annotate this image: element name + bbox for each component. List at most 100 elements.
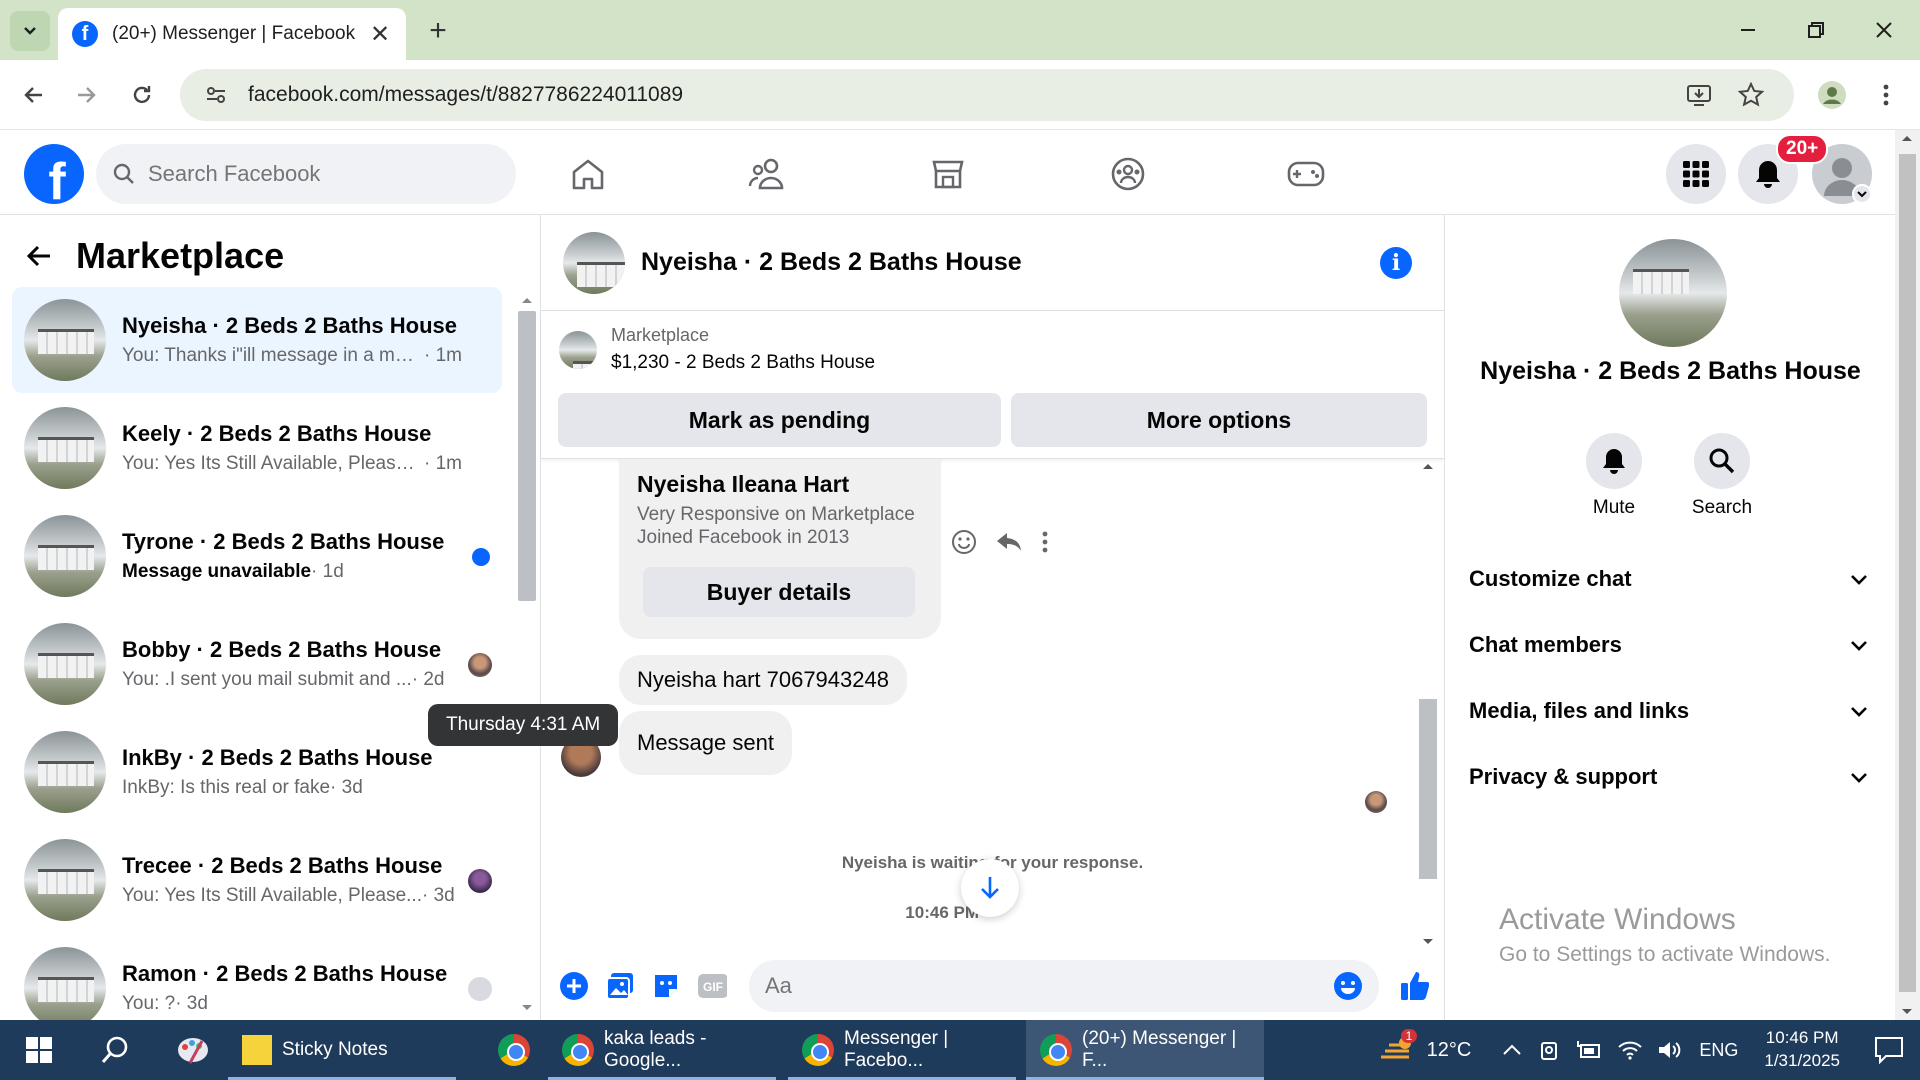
customize-chat-row[interactable]: Customize chat <box>1469 549 1869 609</box>
taskbar-app-chrome[interactable] <box>484 1020 536 1080</box>
conversation-time: · 3d <box>175 993 208 1014</box>
clock[interactable]: 10:46 PM 1/31/2025 <box>1764 1027 1840 1073</box>
restore-button[interactable] <box>1792 10 1840 50</box>
nav-gaming[interactable] <box>1246 144 1366 204</box>
privacy-support-row[interactable]: Privacy & support <box>1469 747 1869 807</box>
notification-center-icon[interactable] <box>1874 1036 1904 1064</box>
chat-members-row[interactable]: Chat members <box>1469 615 1869 675</box>
listing-price[interactable]: $1,230 - 2 Beds 2 Baths House <box>611 352 875 374</box>
reply-icon[interactable] <box>995 530 1023 554</box>
conversation-avatar <box>24 731 106 813</box>
scroll-up-icon[interactable] <box>516 293 538 307</box>
browser-tab-active[interactable]: f (20+) Messenger | Facebook ✕ <box>58 8 406 60</box>
taskbar-app-messenger-active[interactable]: (20+) Messenger | F... <box>1026 1020 1264 1080</box>
chevron-down-icon <box>1851 641 1867 651</box>
chat-info-name[interactable]: Nyeisha · 2 Beds 2 Baths House <box>1445 357 1896 386</box>
install-app-icon[interactable] <box>1686 82 1712 108</box>
meet-now-icon[interactable] <box>1539 1039 1561 1061</box>
listing-thumbnail[interactable] <box>559 330 597 369</box>
url-text[interactable]: facebook.com/messages/t/8827786224011089 <box>248 83 1686 107</box>
wifi-icon[interactable] <box>1617 1039 1643 1061</box>
media-files-links-row[interactable]: Media, files and links <box>1469 681 1869 741</box>
page-scrollbar[interactable] <box>1895 130 1920 1020</box>
taskbar-app-paint[interactable] <box>162 1020 214 1080</box>
scrollbar-thumb[interactable] <box>518 311 536 601</box>
menu-button[interactable] <box>1666 144 1726 204</box>
search-conversation-button[interactable]: Search <box>1677 433 1767 519</box>
conversation-item[interactable]: Nyeisha · 2 Beds 2 Baths House You: Than… <box>12 287 502 393</box>
thread-scrollbar[interactable] <box>1417 459 1439 949</box>
taskbar-app-sticky-notes[interactable]: Sticky Notes <box>228 1020 456 1080</box>
forward-button[interactable] <box>68 77 104 113</box>
start-button[interactable] <box>12 1020 60 1080</box>
info-icon[interactable]: i <box>1380 246 1412 279</box>
scrollbar-thumb[interactable] <box>1899 154 1916 992</box>
tab-close-icon[interactable]: ✕ <box>368 20 392 49</box>
scroll-down-icon[interactable] <box>1895 1004 1920 1020</box>
conversation-item[interactable]: Keely · 2 Beds 2 Baths House You: Yes It… <box>12 395 502 501</box>
message-bubble[interactable]: Message sent <box>619 711 792 775</box>
battery-icon[interactable] <box>1577 1039 1603 1061</box>
buyer-details-button[interactable]: Buyer details <box>643 567 915 617</box>
message-input-container[interactable] <box>749 959 1379 1012</box>
reload-button[interactable] <box>124 77 160 113</box>
scroll-up-icon[interactable] <box>1895 130 1920 146</box>
activate-windows-watermark: Activate Windows Go to Settings to activ… <box>1499 903 1831 967</box>
sticker-button[interactable] <box>651 971 681 1001</box>
bookmark-star-icon[interactable] <box>1738 82 1764 108</box>
sticker-icon <box>655 974 677 997</box>
taskbar-app-kaka-leads[interactable]: kaka leads - Google... <box>548 1020 776 1080</box>
emoji-icon[interactable] <box>1333 971 1363 1001</box>
scroll-down-icon[interactable] <box>516 1001 538 1015</box>
facebook-search-input[interactable] <box>148 161 478 187</box>
profile-button[interactable] <box>1814 77 1850 113</box>
address-bar[interactable]: facebook.com/messages/t/8827786224011089 <box>180 69 1794 121</box>
chevron-up-icon[interactable] <box>1501 1039 1523 1061</box>
taskbar-search-button[interactable] <box>86 1020 134 1080</box>
tab-search-dropdown[interactable] <box>10 11 50 51</box>
minimize-button[interactable] <box>1724 10 1772 50</box>
gif-button[interactable]: GIF <box>697 971 727 1001</box>
more-actions-button[interactable] <box>559 971 589 1001</box>
close-window-button[interactable] <box>1860 10 1908 50</box>
react-emoji-icon[interactable] <box>951 529 977 555</box>
mark-as-pending-button[interactable]: Mark as pending <box>558 393 1001 447</box>
weather-widget[interactable]: 1 <box>1379 1029 1418 1065</box>
nav-home[interactable] <box>528 144 648 204</box>
conversation-item[interactable]: Trecee · 2 Beds 2 Baths House You: Yes I… <box>12 827 502 933</box>
facebook-logo[interactable]: f <box>24 144 84 204</box>
scroll-down-icon[interactable] <box>1417 935 1439 949</box>
taskbar-app-messenger[interactable]: Messenger | Facebo... <box>788 1020 1016 1080</box>
new-tab-button[interactable]: + <box>423 14 453 48</box>
attach-photo-button[interactable] <box>605 971 635 1001</box>
send-like-button[interactable] <box>1399 971 1429 1001</box>
chat-info-avatar[interactable] <box>1619 239 1727 347</box>
back-arrow-icon[interactable] <box>24 241 54 271</box>
conversation-item[interactable]: Tyrone · 2 Beds 2 Baths House Message un… <box>12 503 502 609</box>
message-bubble[interactable]: Nyeisha hart 7067943248 <box>619 655 907 705</box>
weather-temp[interactable]: 12°C <box>1427 1039 1472 1062</box>
nav-friends[interactable] <box>708 144 828 204</box>
back-button[interactable] <box>16 77 52 113</box>
mute-button[interactable]: Mute <box>1569 433 1659 519</box>
input-language[interactable]: ENG <box>1699 1040 1738 1061</box>
scroll-up-icon[interactable] <box>1417 459 1439 473</box>
chat-list-scrollbar[interactable] <box>516 293 538 1015</box>
more-vertical-icon[interactable] <box>1041 530 1049 554</box>
seen-avatar <box>468 869 492 893</box>
nav-groups[interactable] <box>1068 144 1188 204</box>
facebook-search[interactable] <box>96 144 516 204</box>
more-options-button[interactable]: More options <box>1011 393 1427 447</box>
scroll-to-bottom-button[interactable] <box>961 859 1019 917</box>
browser-menu-button[interactable] <box>1868 77 1904 113</box>
scrollbar-thumb[interactable] <box>1419 699 1437 879</box>
nav-marketplace[interactable] <box>888 144 1008 204</box>
conversation-title[interactable]: Nyeisha · 2 Beds 2 Baths House <box>641 248 1380 277</box>
volume-icon[interactable] <box>1657 1039 1683 1061</box>
conversation-header-avatar[interactable] <box>563 231 625 294</box>
conversation-time: · 3d <box>330 777 363 798</box>
site-settings-icon[interactable] <box>204 83 228 107</box>
message-input[interactable] <box>765 972 1333 999</box>
conversation-item[interactable]: Bobby · 2 Beds 2 Baths House You: .I sen… <box>12 611 502 717</box>
conversation-time: · 2d <box>411 669 445 690</box>
